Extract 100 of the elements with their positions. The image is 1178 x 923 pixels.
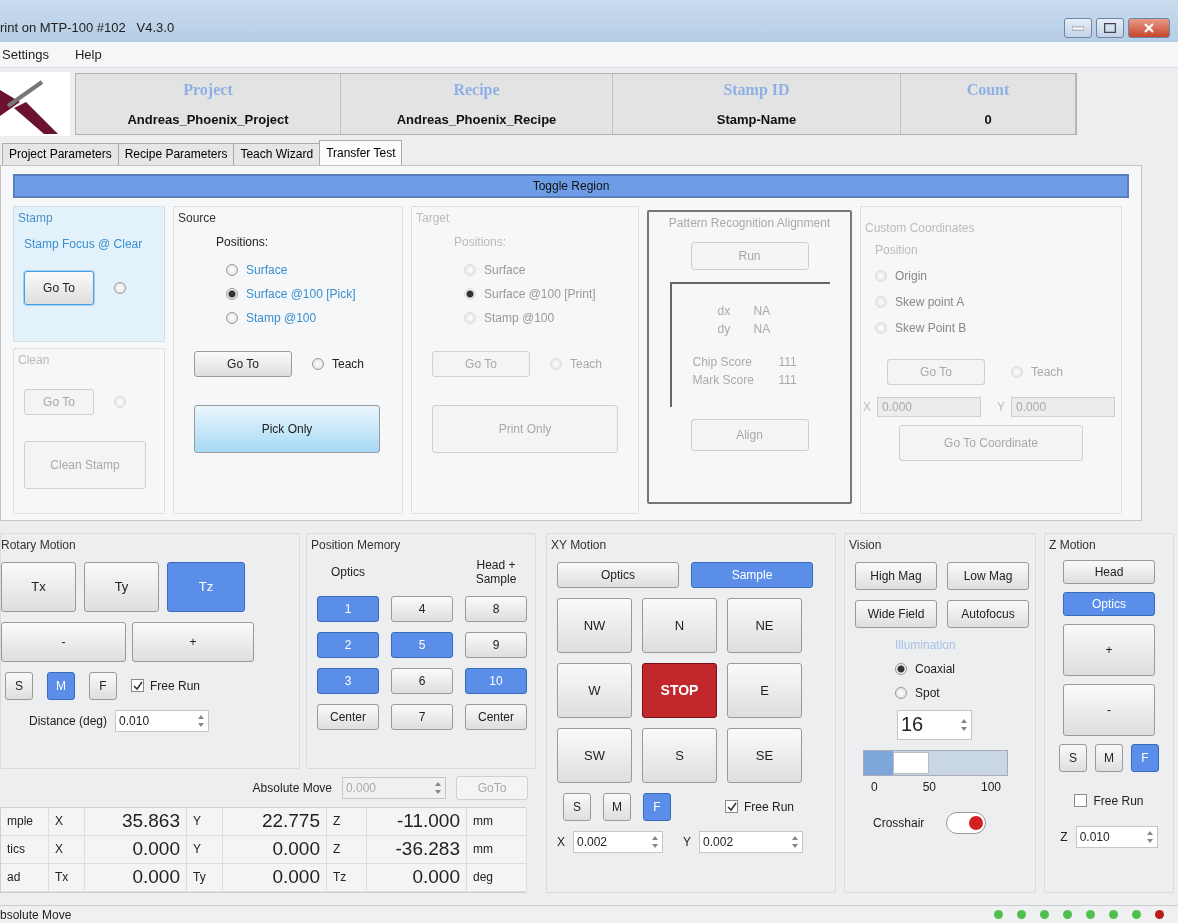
speed-button[interactable]: M xyxy=(1095,743,1123,772)
spin-field[interactable]: 0.002 xyxy=(573,830,663,853)
maximize-button[interactable] xyxy=(1096,18,1124,38)
direction-button[interactable]: SW xyxy=(557,727,632,783)
y-label: Y xyxy=(997,399,1006,414)
vision-button[interactable]: Wide Field xyxy=(855,599,937,628)
memory-button[interactable]: 7 xyxy=(391,703,453,730)
spin-input[interactable]: 0.010 xyxy=(1076,829,1143,844)
memory-button[interactable]: 4 xyxy=(391,595,453,622)
tick-label: 0 xyxy=(871,779,878,794)
slider-thumb[interactable] xyxy=(892,751,929,774)
direction-button[interactable]: NW xyxy=(557,597,632,653)
x-label: X xyxy=(557,834,565,849)
info-label: Stamp ID xyxy=(723,80,790,99)
spin-field[interactable]: 0.010 xyxy=(115,709,210,732)
group-title: XY Motion xyxy=(551,537,607,552)
speed-button[interactable]: S xyxy=(563,792,591,821)
go-to-button[interactable]: Go To xyxy=(24,270,94,305)
stop-button[interactable]: STOP xyxy=(642,662,717,718)
readout-cell: X xyxy=(49,835,85,864)
direction-button[interactable]: S xyxy=(642,727,717,783)
vision-button[interactable]: Autofocus xyxy=(947,599,1029,628)
minus-button[interactable]: - xyxy=(1063,683,1155,736)
tick-label: 50 xyxy=(922,779,936,794)
minus-button[interactable]: - xyxy=(1,621,126,662)
group-title: Rotary Motion xyxy=(1,537,76,552)
go-to-button[interactable]: Go To xyxy=(194,350,292,377)
spin-input[interactable]: 0.002 xyxy=(574,834,648,849)
direction-button[interactable]: SE xyxy=(727,727,802,783)
close-icon xyxy=(1143,22,1155,34)
readout-cell: Y xyxy=(187,835,223,864)
readout-cell: ad xyxy=(1,863,49,892)
readout-cell: mm xyxy=(467,835,527,864)
readout-cell: 0.000 xyxy=(223,835,327,864)
vision-button[interactable]: Low Mag xyxy=(947,561,1029,590)
readout-cell: -11.000 xyxy=(367,807,467,836)
group-title: Source xyxy=(178,210,217,225)
readout-cell: 0.000 xyxy=(85,863,187,892)
group-title: Clean xyxy=(18,352,50,367)
y-label: Y xyxy=(683,834,692,849)
z-label: Z xyxy=(1060,829,1068,844)
info-value: Andreas_Phoenix_Project xyxy=(127,112,289,128)
tab[interactable]: Recipe Parameters xyxy=(117,142,235,165)
positions-label: Positions: xyxy=(454,234,508,249)
mode-button[interactable]: Optics xyxy=(557,561,679,588)
readout-cell: 0.000 xyxy=(367,863,467,892)
tab[interactable]: Teach Wizard xyxy=(233,142,321,165)
spin-field[interactable]: 0.002 xyxy=(699,830,804,853)
action-button[interactable]: Pick Only xyxy=(194,404,380,453)
menu-item[interactable]: Settings xyxy=(2,46,49,62)
direction-button[interactable]: NE xyxy=(727,597,802,653)
close-button[interactable] xyxy=(1128,18,1170,38)
column-label: Head + Sample xyxy=(474,557,518,586)
free-run-checkbox[interactable]: Free Run xyxy=(1074,793,1144,808)
spin-input[interactable]: 0.010 xyxy=(116,713,195,728)
plus-button[interactable]: + xyxy=(1063,623,1155,676)
speed-button[interactable]: M xyxy=(603,792,631,821)
status-text: bsolute Move xyxy=(0,907,72,922)
group-title: Z Motion xyxy=(1049,537,1096,552)
group-title: Vision xyxy=(849,537,882,552)
crosshair-toggle[interactable] xyxy=(946,811,987,834)
direction-button[interactable]: E xyxy=(727,662,802,718)
radio-option[interactable]: Coaxial xyxy=(895,661,956,676)
mode-button[interactable]: Head xyxy=(1063,559,1155,584)
tab[interactable]: Project Parameters xyxy=(2,142,119,165)
vision-button[interactable]: High Mag xyxy=(855,561,937,590)
speed-button[interactable]: S xyxy=(5,671,33,700)
offset-label: dx xyxy=(717,303,732,318)
spin-input[interactable]: 0.002 xyxy=(700,834,789,849)
direction-button[interactable]: W xyxy=(557,662,632,718)
radio-option[interactable]: Spot xyxy=(895,685,956,700)
axis-button[interactable]: Tx xyxy=(1,561,76,612)
score-value: 111 xyxy=(778,355,798,370)
toggle-region-button[interactable]: Toggle Region xyxy=(13,173,1129,198)
menu-item[interactable]: Help xyxy=(75,46,102,62)
direction-button[interactable]: N xyxy=(642,597,717,653)
readout-cell: -36.283 xyxy=(367,835,467,864)
free-run-checkbox[interactable]: Free Run xyxy=(725,799,795,814)
slider-track[interactable] xyxy=(863,749,1008,776)
radio-option[interactable]: Teach xyxy=(312,356,365,371)
axis-button[interactable]: Ty xyxy=(84,561,159,612)
memory-button[interactable]: 8 xyxy=(465,595,527,622)
free-run-checkbox[interactable]: Free Run xyxy=(131,678,201,693)
readout-cell: 35.863 xyxy=(85,807,187,836)
offset-value: NA xyxy=(753,303,772,318)
memory-button[interactable]: 9 xyxy=(465,631,527,658)
spin-field[interactable]: 0.010 xyxy=(1075,825,1158,848)
score-label: Chip Score xyxy=(692,355,753,370)
speed-button[interactable]: S xyxy=(1059,743,1087,772)
readout-cell: Tx xyxy=(49,863,85,892)
tab[interactable]: Transfer Test xyxy=(319,139,403,165)
speed-button[interactable]: F xyxy=(89,671,117,700)
spin-input[interactable]: 16 xyxy=(898,713,957,736)
memory-button[interactable]: Center xyxy=(317,703,379,730)
radio-button[interactable] xyxy=(114,281,126,294)
spin-field[interactable]: 16 xyxy=(897,709,972,740)
plus-button[interactable]: + xyxy=(132,621,254,662)
memory-button[interactable]: Center xyxy=(465,703,527,730)
readout-cell: Z xyxy=(327,835,367,864)
memory-button[interactable]: 6 xyxy=(391,667,453,694)
